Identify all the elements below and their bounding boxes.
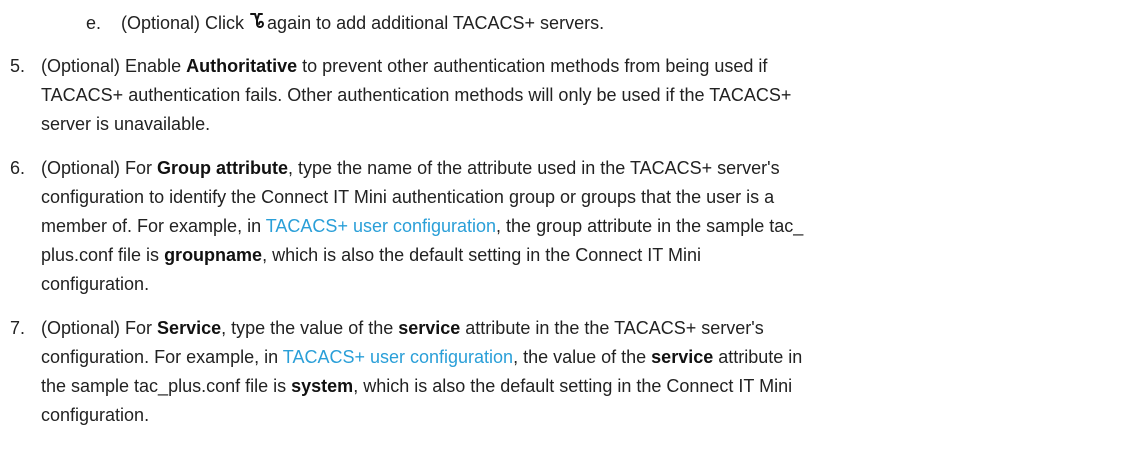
system-value: system [291, 376, 354, 396]
tacacs-user-configuration-link[interactable]: TACACS+ user configuration [283, 347, 513, 367]
tacacs-user-configuration-link[interactable]: TACACS+ user configuration [266, 216, 496, 236]
service-label: Service [157, 318, 222, 338]
step-text: (Optional) For [41, 318, 158, 338]
step-text: , the value of the [513, 347, 652, 367]
step-text: configuration to identify the Connect IT… [41, 187, 775, 207]
step-number: 7. [10, 318, 26, 338]
step-text: , type the name of the attribute used in… [288, 158, 780, 178]
step-text: plus.conf file is [41, 245, 165, 265]
service-attribute: service [651, 347, 714, 367]
step-text: (Optional) For [41, 158, 158, 178]
step-text: , which is also the default setting in t… [353, 376, 793, 396]
step-text: , type the value of the [221, 318, 399, 338]
step-text: , the group attribute in the sample tac_ [496, 216, 804, 236]
step-text: the sample tac_plus.conf file is [41, 376, 292, 396]
step-text: to prevent other authentication methods … [297, 56, 768, 76]
authoritative-label: Authoritative [186, 56, 298, 76]
step-text: (Optional) Enable [41, 56, 187, 76]
step-text: member of. For example, in [41, 216, 266, 236]
step-number: 6. [10, 158, 26, 178]
add-icon [249, 10, 267, 32]
step-text: TACACS+ authentication fails. Other auth… [41, 85, 792, 105]
groupname-value: groupname [164, 245, 263, 265]
step-text: attribute in [713, 347, 803, 367]
substep-marker: e. [86, 13, 102, 33]
step-text: , which is also the default setting in t… [262, 245, 701, 265]
step-text: configuration. [41, 274, 150, 294]
step-text: configuration. For example, in [41, 347, 283, 367]
step-number: 5. [10, 56, 26, 76]
substep-text-post: again to add additional TACACS+ servers. [267, 13, 605, 33]
service-attribute: service [398, 318, 461, 338]
step-text: configuration. [41, 405, 150, 425]
group-attribute-label: Group attribute [157, 158, 289, 178]
step-text: attribute in the the TACACS+ server's [460, 318, 764, 338]
substep-text-pre: (Optional) Click [121, 13, 245, 33]
step-text: server is unavailable. [41, 114, 211, 134]
